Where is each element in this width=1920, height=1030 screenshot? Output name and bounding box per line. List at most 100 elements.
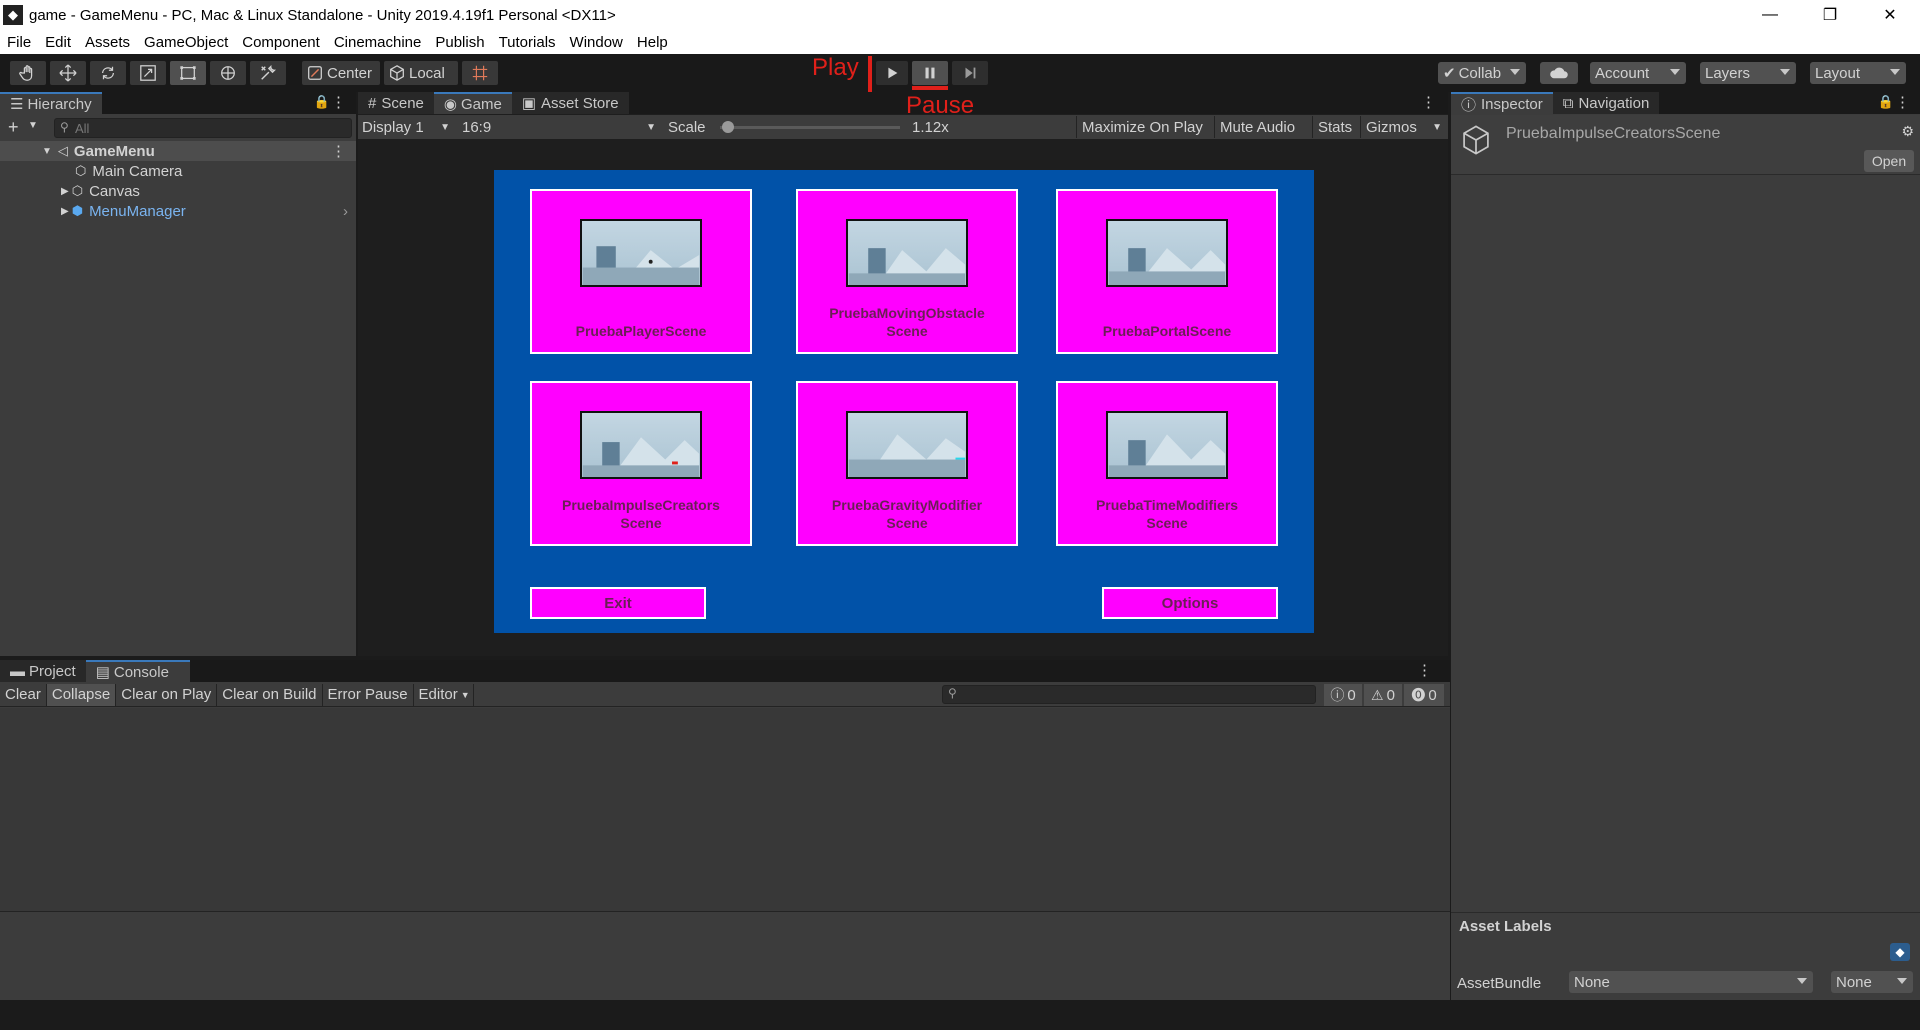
menu-gameobject[interactable]: GameObject bbox=[144, 34, 228, 51]
stats-label: Stats bbox=[1318, 118, 1353, 136]
tab-hierarchy[interactable]: ☰ Hierarchy bbox=[0, 92, 102, 114]
tab-project[interactable]: ▬ Project bbox=[0, 660, 86, 682]
hierarchy-item-label: GameMenu bbox=[73, 142, 155, 160]
collab-dropdown[interactable]: ✔ Collab bbox=[1438, 62, 1526, 84]
account-dropdown[interactable]: Account bbox=[1590, 62, 1686, 84]
tab-game[interactable]: ◉ Game bbox=[433, 92, 512, 114]
hierarchy-item-canvas[interactable]: ▶ ⬡ Canvas bbox=[0, 181, 356, 201]
lock-icon[interactable]: 🔒 bbox=[314, 94, 330, 110]
tab-inspector[interactable]: ⓘ Inspector bbox=[1451, 92, 1553, 114]
scale-slider[interactable] bbox=[720, 121, 900, 133]
grid-snap-button[interactable] bbox=[462, 61, 498, 85]
maximize-on-play-toggle[interactable]: Maximize On Play bbox=[1076, 116, 1208, 138]
hierarchy-item-main-camera[interactable]: ⬡ Main Camera bbox=[0, 161, 356, 181]
scene-card-label-2: Scene bbox=[886, 323, 928, 339]
clear-on-build-toggle[interactable]: Clear on Build bbox=[217, 683, 323, 706]
pivot-local-button[interactable]: Local bbox=[384, 61, 458, 85]
more-icon[interactable]: ⋮ bbox=[1421, 93, 1436, 111]
scene-card-player[interactable]: PruebaPlayerScene bbox=[530, 189, 752, 354]
tag-icon[interactable]: ◆ bbox=[1890, 943, 1910, 961]
menu-help[interactable]: Help bbox=[637, 34, 668, 51]
scale-slider-thumb[interactable] bbox=[722, 121, 734, 133]
layout-dropdown[interactable]: Layout bbox=[1810, 62, 1906, 84]
game-panel: # Scene ◉ Game ▣ Asset Store ⋮ Display 1… bbox=[358, 92, 1448, 656]
asset-bundle-dropdown[interactable]: None bbox=[1569, 971, 1813, 993]
menu-window[interactable]: Window bbox=[570, 34, 623, 51]
chevron-right-icon[interactable]: › bbox=[343, 203, 348, 220]
unity-scene-icon bbox=[1463, 125, 1489, 155]
tab-scene[interactable]: # Scene bbox=[358, 92, 434, 114]
menu-component[interactable]: Component bbox=[242, 34, 320, 51]
scene-card-moving-obstacle[interactable]: PruebaMovingObstacle Scene bbox=[796, 189, 1018, 354]
menu-publish[interactable]: Publish bbox=[435, 34, 484, 51]
asset-bundle-variant-dropdown[interactable]: None bbox=[1831, 971, 1913, 993]
mute-audio-toggle[interactable]: Mute Audio bbox=[1214, 116, 1300, 138]
pause-button[interactable] bbox=[912, 61, 948, 85]
error-count-toggle[interactable]: ⓿ 0 bbox=[1404, 684, 1444, 706]
step-button[interactable] bbox=[952, 61, 988, 85]
options-button[interactable]: Options bbox=[1102, 587, 1278, 619]
layers-dropdown[interactable]: Layers bbox=[1700, 62, 1796, 84]
gamepad-icon: ◉ bbox=[443, 96, 457, 113]
play-button[interactable] bbox=[876, 61, 908, 85]
more-icon[interactable]: ⋮ bbox=[331, 93, 346, 111]
aspect-dropdown[interactable]: 16:9 ▼ bbox=[462, 116, 660, 138]
lock-icon[interactable]: 🔒 bbox=[1878, 94, 1894, 110]
maximize-button[interactable]: ❐ bbox=[1800, 0, 1860, 30]
pivot-center-button[interactable]: Center bbox=[302, 61, 380, 85]
editor-dropdown[interactable]: Editor ▼ bbox=[414, 683, 474, 706]
more-icon[interactable]: ⋮ bbox=[1895, 93, 1910, 111]
move-tool-button[interactable] bbox=[50, 61, 86, 85]
scene-card-gravity-modifier[interactable]: PruebaGravityModifier Scene bbox=[796, 381, 1018, 546]
settings-gear-icon[interactable]: ⚙ bbox=[1901, 123, 1914, 140]
scene-card-impulse-creators[interactable]: PruebaImpulseCreators Scene bbox=[530, 381, 752, 546]
exit-button[interactable]: Exit bbox=[530, 587, 706, 619]
scene-card-portal[interactable]: PruebaPortalScene bbox=[1056, 189, 1278, 354]
tab-asset-store[interactable]: ▣ Asset Store bbox=[511, 92, 629, 114]
rect-tool-button[interactable] bbox=[170, 61, 206, 85]
clear-button[interactable]: Clear bbox=[0, 683, 47, 706]
hierarchy-search-input[interactable]: ⚲ All bbox=[54, 118, 352, 138]
info-count-toggle[interactable]: ⓘ 0 bbox=[1324, 684, 1362, 706]
cloud-button[interactable] bbox=[1540, 62, 1578, 84]
open-button[interactable]: Open bbox=[1864, 150, 1914, 172]
expand-icon[interactable]: ▼ bbox=[42, 146, 52, 157]
tab-navigation[interactable]: ⧉ Navigation bbox=[1552, 92, 1660, 114]
chevron-down-icon[interactable]: ▼ bbox=[28, 120, 38, 131]
expand-icon[interactable]: ▶ bbox=[61, 186, 69, 197]
menu-cinemachine[interactable]: Cinemachine bbox=[334, 34, 422, 51]
scene-card-time-modifiers[interactable]: PruebaTimeModifiers Scene bbox=[1056, 381, 1278, 546]
display-dropdown[interactable]: Display 1 ▼ bbox=[362, 116, 454, 138]
console-search-input[interactable]: ⚲ bbox=[942, 685, 1316, 704]
menu-tutorials[interactable]: Tutorials bbox=[499, 34, 556, 51]
scale-tool-button[interactable] bbox=[130, 61, 166, 85]
menu-file[interactable]: File bbox=[7, 34, 31, 51]
add-icon[interactable]: + bbox=[8, 117, 19, 138]
game-view-toolbar: Display 1 ▼ 16:9 ▼ Scale 1.12x Maximize … bbox=[358, 115, 1448, 139]
more-icon[interactable]: ⋮ bbox=[331, 142, 346, 160]
minimize-button[interactable]: — bbox=[1740, 0, 1800, 30]
rotate-tool-button[interactable] bbox=[90, 61, 126, 85]
account-label: Account bbox=[1595, 64, 1650, 82]
asset-labels-title: Asset Labels bbox=[1459, 918, 1552, 935]
stats-toggle[interactable]: Stats bbox=[1312, 116, 1357, 138]
hierarchy-item-menumanager[interactable]: ▶ ⬢ MenuManager › bbox=[0, 201, 356, 221]
collapse-toggle[interactable]: Collapse bbox=[46, 683, 117, 706]
menu-assets[interactable]: Assets bbox=[85, 34, 130, 51]
hierarchy-item-gamemenu[interactable]: ▼ ◁ GameMenu ⋮ bbox=[0, 141, 356, 161]
gizmos-dropdown[interactable]: Gizmos ▼ bbox=[1360, 116, 1448, 138]
more-icon[interactable]: ⋮ bbox=[1417, 661, 1432, 679]
tab-console[interactable]: ▤ Console bbox=[85, 660, 190, 682]
clear-on-play-toggle[interactable]: Clear on Play bbox=[116, 683, 218, 706]
custom-tool-button[interactable] bbox=[250, 61, 286, 85]
transform-tool-button[interactable] bbox=[210, 61, 246, 85]
hand-tool-button[interactable] bbox=[10, 61, 46, 85]
error-pause-toggle[interactable]: Error Pause bbox=[323, 683, 414, 706]
scale-label: Scale bbox=[668, 119, 706, 136]
close-button[interactable]: ✕ bbox=[1860, 0, 1920, 30]
menu-edit[interactable]: Edit bbox=[45, 34, 71, 51]
warning-count-toggle[interactable]: ⚠ 0 bbox=[1364, 684, 1402, 706]
console-detail-area[interactable] bbox=[0, 913, 1450, 1000]
expand-icon[interactable]: ▶ bbox=[61, 206, 69, 217]
console-log-area[interactable] bbox=[0, 708, 1450, 912]
